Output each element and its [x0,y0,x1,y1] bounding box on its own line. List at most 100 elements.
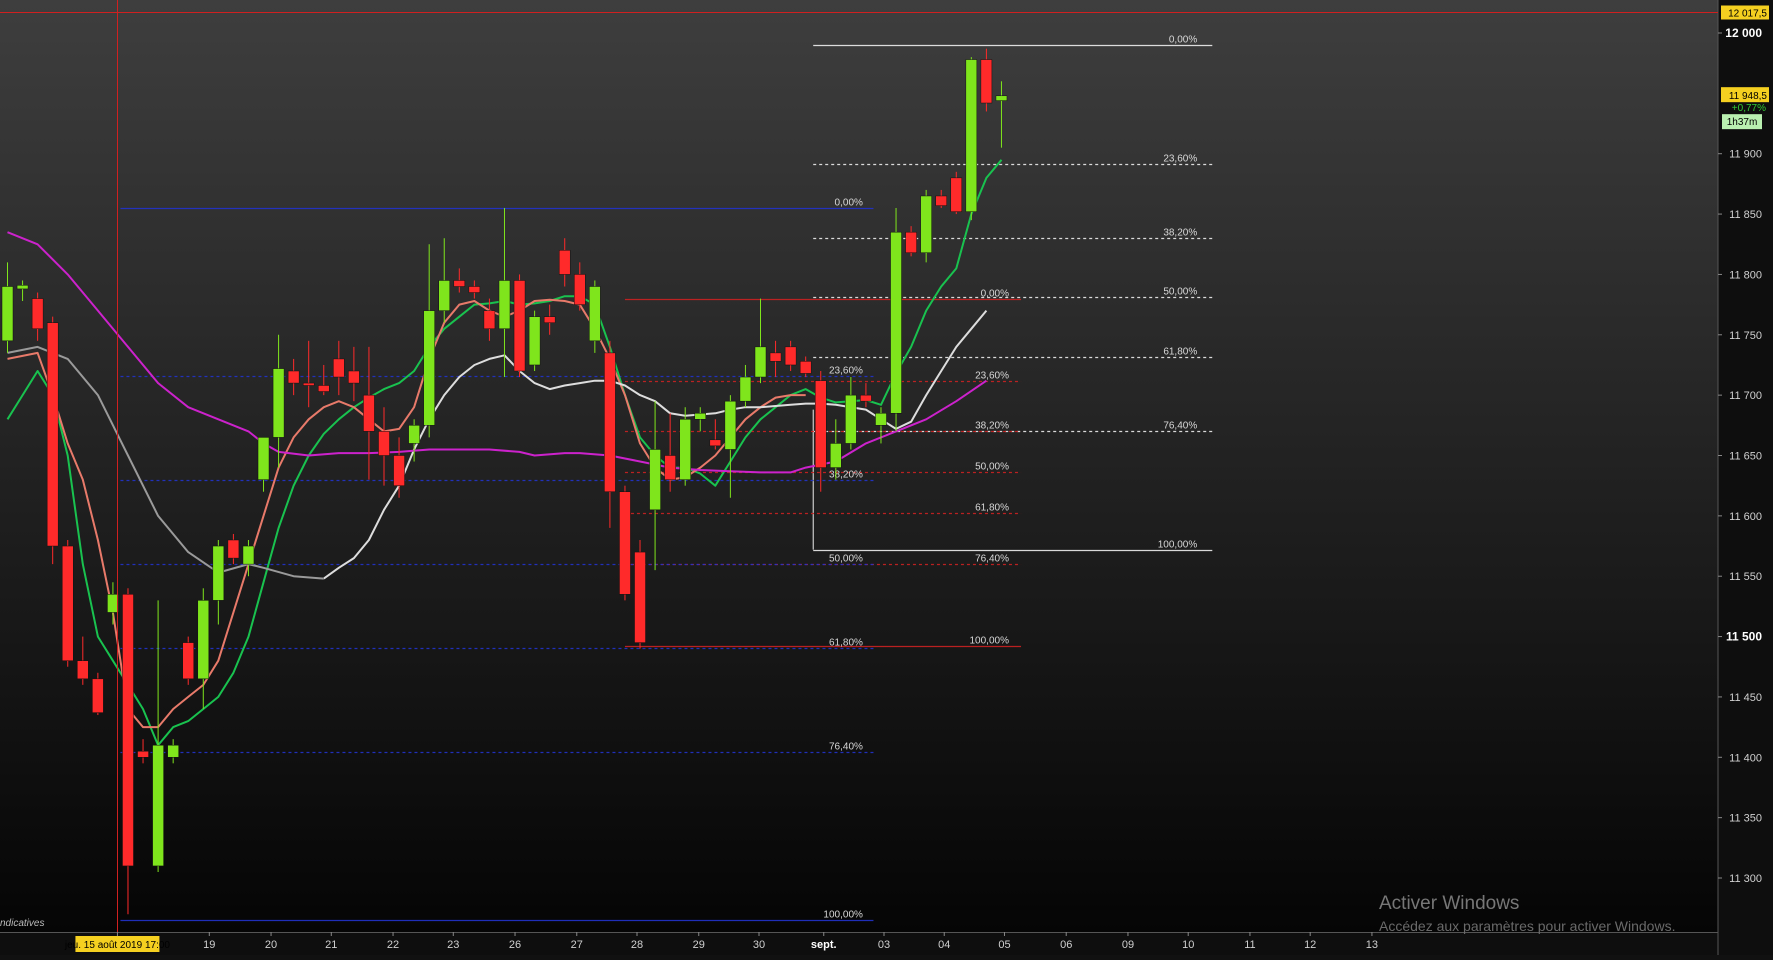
candle-bullish[interactable] [212,545,225,601]
candle-bearish[interactable] [905,231,917,253]
candle-bearish[interactable] [77,660,89,680]
x-tick-label: 10 [1182,939,1194,951]
y-tick-label: 11 450 [1729,692,1762,704]
candle-bearish[interactable] [393,455,405,486]
candle-bearish[interactable] [950,177,963,212]
candle-bearish[interactable] [453,280,466,287]
candle-bullish[interactable] [739,376,752,402]
candle-bearish[interactable] [664,455,676,480]
candle-bullish[interactable] [257,437,270,480]
fib-level-label: 38,20% [829,470,863,481]
x-tick-label: 13 [1366,939,1378,951]
y-tick-label: 11 500 [1726,630,1762,644]
candle-bullish[interactable] [995,95,1008,101]
candle-bearish[interactable] [619,491,631,595]
x-tick-label: 22 [387,939,399,951]
candle-bearish[interactable] [483,310,496,329]
chart-area[interactable]: 0,00% 23,60% 38,20% 50,00% 61,80% 76,40% 100,0… [0,0,1773,955]
candle-bearish[interactable] [784,346,797,366]
candle-bearish[interactable] [769,352,782,362]
candle-bearish[interactable] [543,316,556,323]
y-tick-label: 11 800 [1729,269,1762,281]
candle-bullish[interactable] [272,368,285,438]
time-left-label: 1h37m [1727,117,1758,128]
x-tick-label: jeu. 15 août 2019 17:00 [64,940,171,951]
fib-level-label: 76,40% [975,554,1009,565]
candle-bullish[interactable] [167,744,179,758]
candle-bullish[interactable] [242,545,255,565]
candle-bearish[interactable] [31,298,44,330]
candle-bullish[interactable] [152,744,164,867]
candle-bullish[interactable] [528,316,541,366]
candle-bearish[interactable] [348,370,360,384]
candle-bearish[interactable] [46,322,59,547]
candle-bullish[interactable] [438,280,450,311]
candle-bullish[interactable] [754,346,767,378]
candle-bearish[interactable] [302,382,315,386]
fib-level-label: 100,00% [823,910,863,921]
candle-bearish[interactable] [182,642,194,680]
candle-bearish[interactable] [799,361,812,374]
candle-bearish[interactable] [558,250,571,275]
candle-bearish[interactable] [860,394,872,402]
x-tick-label: 21 [325,939,337,951]
fib-level-label: 38,20% [975,421,1009,432]
candle-bearish[interactable] [604,352,616,492]
y-tick-label: 11 750 [1729,330,1762,342]
y-tick-label: 11 700 [1729,390,1762,402]
candle-bullish[interactable] [890,231,902,414]
candle-bearish[interactable] [935,195,947,206]
x-tick-label: 29 [693,939,705,951]
candle-bullish[interactable] [197,600,210,680]
candle-bearish[interactable] [574,274,586,305]
candle-bearish[interactable] [363,394,375,432]
x-tick-label: 30 [753,939,765,951]
candle-bearish[interactable] [92,678,104,713]
candle-bullish[interactable] [845,394,857,444]
fib-level-label: 76,40% [829,742,863,753]
candle-bearish[interactable] [513,280,526,372]
candle-bearish[interactable] [61,545,74,661]
candle-bearish[interactable] [137,751,149,758]
candle-bullish[interactable] [16,285,29,290]
plot-background [0,0,1718,932]
candle-bearish[interactable] [333,358,345,378]
last-price-label: 11 948,5 [1729,91,1768,102]
x-tick-label: 12 [1304,939,1316,951]
candle-bullish[interactable] [830,443,842,468]
fib-level-label: 23,60% [829,366,863,377]
candle-bullish[interactable] [423,310,435,426]
fib-level-label: 23,60% [975,371,1009,382]
candle-bearish[interactable] [378,431,390,456]
x-tick-label: 19 [203,939,215,951]
candle-bearish[interactable] [634,551,646,643]
x-tick-label: sept. [811,939,837,951]
y-tick-label: 11 400 [1729,752,1762,764]
candle-bullish[interactable] [724,400,737,450]
candle-bullish[interactable] [875,413,887,426]
candle-bearish[interactable] [318,385,330,392]
x-tick-label: 23 [447,939,459,951]
candle-bearish[interactable] [227,539,240,559]
fib-level-label: 0,00% [1169,35,1197,46]
candle-bearish[interactable] [287,370,300,384]
candle-bullish[interactable] [589,286,601,342]
candle-bullish[interactable] [679,419,691,480]
candle-bullish[interactable] [649,449,661,511]
candle-bullish[interactable] [920,195,932,253]
candle-bullish[interactable] [408,425,420,444]
y-tick-label: 11 850 [1729,209,1762,221]
fib-level-label: 61,80% [829,638,863,649]
fib-level-label: 61,80% [1163,347,1197,358]
candle-bearish[interactable] [122,594,134,867]
candle-bullish[interactable] [107,594,119,613]
candle-bearish[interactable] [468,286,481,293]
candle-bearish[interactable] [980,59,993,104]
candle-bullish[interactable] [1,286,14,342]
candle-bearish[interactable] [814,380,827,468]
candle-bullish[interactable] [498,280,511,330]
y-tick-label: 11 550 [1729,571,1762,583]
candle-bullish[interactable] [694,413,707,420]
candle-bullish[interactable] [965,59,978,212]
candle-bearish[interactable] [709,439,722,447]
